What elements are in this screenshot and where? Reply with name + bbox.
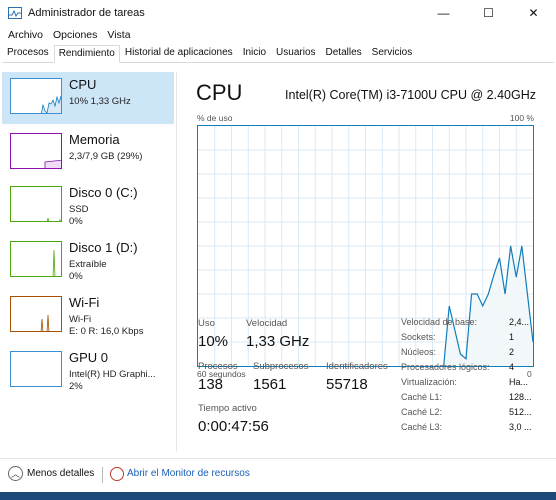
cpu-detail-panel: CPU Intel(R) Core(TM) i3-7100U CPU @ 2.4… [182, 72, 552, 462]
sidebar-item-disk1[interactable]: Disco 1 (D:) Extraíble 0% [2, 235, 174, 287]
memory-thumbnail-graph [10, 133, 62, 169]
sidebar-disk1-type: Extraíble [69, 259, 107, 270]
handles-label: Identificadores [326, 361, 388, 372]
usage-value: 10% [198, 333, 229, 350]
tab-detalles[interactable]: Detalles [321, 44, 367, 62]
info-value: 2,4... [509, 317, 530, 327]
sidebar-item-memory[interactable]: Memoria 2,3/7,9 GB (29%) [2, 127, 174, 179]
tab-usuarios[interactable]: Usuarios [271, 44, 320, 62]
info-value: 512... [509, 407, 532, 417]
disk1-thumbnail-graph [10, 241, 62, 277]
taskbar-strip [0, 492, 556, 500]
info-key: Caché L2: [401, 407, 443, 417]
info-key: Virtualización: [401, 377, 457, 387]
sidebar-wifi-rate: E: 0 R: 16,0 Kbps [69, 326, 144, 337]
sidebar-item-disk0[interactable]: Disco 0 (C:) SSD 0% [2, 180, 174, 232]
tab-inicio[interactable]: Inicio [238, 44, 271, 62]
info-value: 2 [509, 347, 515, 357]
tab-rendimiento[interactable]: Rendimiento [53, 45, 120, 63]
window-title: Administrador de tareas [28, 7, 145, 19]
info-row: Sockets: 1 [401, 332, 551, 347]
info-row: Velocidad de base: 2,4... [401, 317, 551, 332]
panel-title: CPU [196, 80, 243, 105]
sidebar-cpu-usage: 10% 1,33 GHz [69, 96, 131, 107]
sidebar-disk1-name: Disco 1 (D:) [69, 240, 138, 255]
processes-label: Procesos [198, 361, 238, 372]
sidebar-wifi-type: Wi-Fi [69, 314, 92, 325]
info-value: 1 [509, 332, 515, 342]
sidebar-item-gpu[interactable]: GPU 0 Intel(R) HD Graphi... 2% [2, 345, 174, 397]
info-row: Caché L2: 512... [401, 407, 551, 422]
info-value: 128... [509, 392, 532, 402]
tab-servicios[interactable]: Servicios [367, 44, 418, 62]
sidebar-item-wifi[interactable]: Wi-Fi Wi-Fi E: 0 R: 16,0 Kbps [2, 290, 174, 342]
menu-archivo[interactable]: Archivo [4, 29, 47, 41]
speed-label: Velocidad [246, 318, 288, 329]
threads-label: Subprocesos [253, 361, 309, 372]
sidebar-gpu-usage: 2% [69, 381, 83, 392]
cpu-thumbnail-graph [10, 78, 62, 114]
sidebar-gpu-name: GPU 0 [69, 350, 109, 365]
tab-historial[interactable]: Historial de aplicaciones [120, 44, 238, 62]
tab-strip: Procesos Rendimiento Historial de aplica… [2, 45, 554, 63]
info-key: Velocidad de base: [401, 317, 478, 327]
info-row: Caché L1: 128... [401, 392, 551, 407]
graph-y-label: % de uso [197, 113, 233, 123]
info-row: Virtualización: Ha... [401, 377, 551, 392]
info-row: Núcleos: 2 [401, 347, 551, 362]
sidebar-item-cpu[interactable]: CPU 10% 1,33 GHz [2, 72, 174, 124]
info-value: 4 [509, 362, 515, 372]
close-button[interactable]: ✕ [511, 0, 556, 26]
sidebar-disk0-usage: 0% [69, 216, 83, 227]
footer-bar: ︿ Menos detalles Abrir el Monitor de rec… [0, 458, 556, 490]
resource-sidebar: CPU 10% 1,33 GHz Memoria 2,3/7,9 GB (29%… [2, 72, 174, 452]
menu-vista[interactable]: Vista [103, 29, 134, 41]
sidebar-wifi-name: Wi-Fi [69, 295, 100, 310]
uptime-label: Tiempo activo [198, 403, 257, 414]
task-manager-icon [8, 7, 22, 19]
sidebar-disk0-type: SSD [69, 204, 89, 215]
menu-bar: Archivo Opciones Vista [0, 26, 137, 44]
info-value: Ha... [509, 377, 529, 387]
info-key: Caché L3: [401, 422, 443, 432]
title-bar: Administrador de tareas — ☐ ✕ [0, 0, 556, 26]
sidebar-memory-usage: 2,3/7,9 GB (29%) [69, 151, 143, 162]
sidebar-memory-name: Memoria [69, 132, 120, 147]
usage-label: Uso [198, 318, 215, 329]
speed-value: 1,33 GHz [246, 333, 310, 350]
tab-procesos[interactable]: Procesos [2, 44, 54, 62]
open-resource-monitor-link[interactable]: Abrir el Monitor de recursos [127, 468, 250, 479]
info-key: Núcleos: [401, 347, 437, 357]
handles-value: 55718 [326, 376, 368, 393]
wifi-thumbnail-graph [10, 296, 62, 332]
footer-divider [102, 467, 103, 483]
maximize-button[interactable]: ☐ [466, 0, 511, 26]
disk0-thumbnail-graph [10, 186, 62, 222]
sidebar-disk0-name: Disco 0 (C:) [69, 185, 138, 200]
sidebar-disk1-usage: 0% [69, 271, 83, 282]
pane-divider[interactable] [176, 72, 177, 452]
threads-value: 1561 [253, 376, 287, 393]
fewer-details-link[interactable]: Menos detalles [27, 468, 94, 479]
info-row: Procesadores lógicos: 4 [401, 362, 551, 377]
chevron-up-icon[interactable]: ︿ [8, 466, 23, 481]
info-value: 3,0 ... [509, 422, 532, 432]
info-key: Caché L1: [401, 392, 443, 402]
gpu-thumbnail-graph [10, 351, 62, 387]
menu-opciones[interactable]: Opciones [49, 29, 101, 41]
cpu-model-name: Intel(R) Core(TM) i3-7100U CPU @ 2.40GHz [285, 88, 536, 102]
info-key: Procesadores lógicos: [401, 362, 490, 372]
resource-monitor-icon[interactable] [110, 467, 124, 481]
info-row: Caché L3: 3,0 ... [401, 422, 551, 437]
info-key: Sockets: [401, 332, 436, 342]
sidebar-cpu-name: CPU [69, 77, 97, 92]
minimize-button[interactable]: — [421, 0, 466, 26]
uptime-value: 0:00:47:56 [198, 418, 269, 435]
sidebar-gpu-model: Intel(R) HD Graphi... [69, 369, 156, 380]
processes-value: 138 [198, 376, 224, 393]
graph-y-max: 100 % [509, 113, 534, 123]
